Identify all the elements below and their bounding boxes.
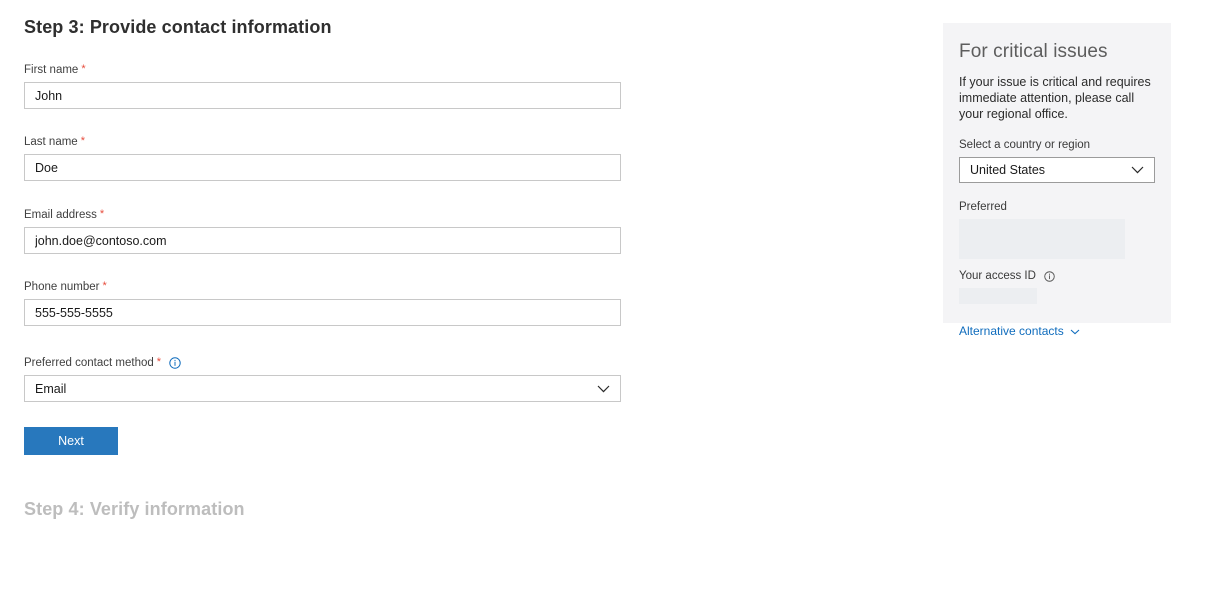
preferred-contact-method-label: Preferred contact method * (24, 356, 621, 370)
preferred-contact-method-value: Email (35, 381, 67, 396)
required-asterisk: * (80, 134, 85, 147)
country-select-label-text: Select a country or region (959, 139, 1091, 151)
info-circle-icon[interactable] (169, 357, 181, 369)
field-first-name: First name * (24, 63, 621, 109)
panel-description: If your issue is critical and requires i… (959, 75, 1151, 121)
email-address-label-text: Email address (24, 209, 97, 221)
alternative-contacts-link[interactable]: Alternative contacts (959, 324, 1080, 338)
preferred-contact-method-label-text: Preferred contact method (24, 357, 154, 369)
preferred-label: Preferred (959, 200, 1155, 214)
step-4-heading: Step 4: Verify information (24, 499, 245, 519)
panel-title: For critical issues (959, 41, 1108, 62)
page-title: Step 3: Provide contact information (24, 17, 332, 37)
contact-information-form: Step 3: Provide contact information Firs… (24, 0, 624, 519)
access-id-label-text: Your access ID (959, 270, 1036, 282)
preferred-label-text: Preferred (959, 201, 1007, 213)
access-id-label: Your access ID (959, 269, 1155, 283)
preferred-contact-method-select-wrap: Email (24, 375, 621, 402)
field-email-address: Email address * (24, 208, 621, 254)
access-id-value-placeholder (959, 288, 1037, 304)
email-address-label: Email address * (24, 208, 621, 222)
last-name-label-text: Last name (24, 136, 78, 148)
phone-number-input[interactable] (24, 299, 621, 326)
first-name-label-text: First name (24, 64, 79, 76)
required-asterisk: * (81, 62, 86, 75)
email-address-input[interactable] (24, 227, 621, 254)
phone-number-label: Phone number * (24, 280, 621, 294)
info-circle-icon[interactable] (1044, 270, 1055, 282)
field-phone-number: Phone number * (24, 280, 621, 326)
first-name-input[interactable] (24, 82, 621, 109)
last-name-label: Last name * (24, 135, 621, 149)
phone-number-label-text: Phone number (24, 281, 100, 293)
country-select-wrap: United States (959, 157, 1155, 183)
required-asterisk: * (156, 355, 162, 368)
first-name-label: First name * (24, 63, 621, 77)
field-last-name: Last name * (24, 135, 621, 181)
preferred-contact-method-select[interactable]: Email (24, 375, 621, 402)
required-asterisk: * (102, 279, 107, 292)
last-name-input[interactable] (24, 154, 621, 181)
next-button[interactable]: Next (24, 427, 118, 455)
critical-issues-panel: For critical issues If your issue is cri… (943, 23, 1171, 338)
country-select[interactable]: United States (959, 157, 1155, 183)
alternative-contacts-label: Alternative contacts (959, 324, 1064, 338)
country-select-value: United States (970, 163, 1046, 177)
required-asterisk: * (99, 207, 105, 220)
preferred-content-placeholder (959, 219, 1125, 259)
chevron-down-icon (1070, 324, 1080, 338)
field-preferred-contact-method: Preferred contact method * Email (24, 356, 621, 402)
country-select-label: Select a country or region (959, 138, 1155, 152)
